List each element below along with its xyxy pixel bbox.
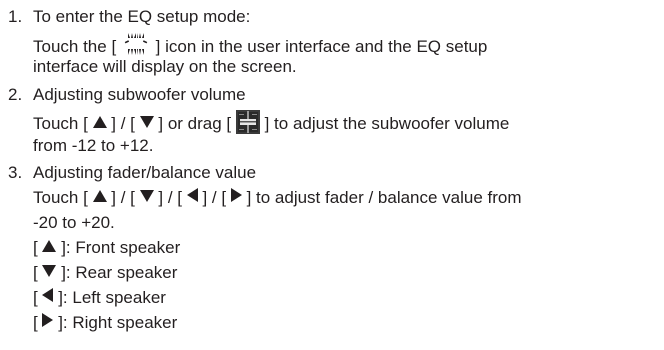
text: ] / [ xyxy=(158,188,182,207)
up-arrow-icon xyxy=(92,116,107,128)
key-rear-speaker: [ ]: Rear speaker xyxy=(33,263,177,283)
text: ] to adjust the subwoofer volume xyxy=(264,114,510,133)
item-number: 3. xyxy=(8,163,23,182)
item-number: 2. xyxy=(8,85,23,104)
text: Touch the [ xyxy=(33,37,117,56)
left-arrow-icon xyxy=(42,288,54,302)
item-3-text-line-2: -20 to +20. xyxy=(33,213,115,233)
item-heading: Adjusting fader/balance value xyxy=(33,163,257,182)
eq-setup-icon xyxy=(124,33,148,55)
right-arrow-icon xyxy=(42,313,54,327)
item-1-text-line-2: interface will display on the screen. xyxy=(33,57,297,77)
item-3-text-line-1: Touch [ ] / [ ] / [ ] / [ ] to adjust fa… xyxy=(33,188,522,208)
up-arrow-icon xyxy=(42,240,57,252)
down-arrow-icon xyxy=(139,190,154,202)
text: [ xyxy=(33,313,38,332)
item-2-text-line-2: from -12 to +12. xyxy=(33,136,153,156)
text: ] to adjust fader / balance value from xyxy=(246,188,522,207)
subwoofer-fader-icon xyxy=(235,110,260,134)
item-heading: To enter the EQ setup mode: xyxy=(33,7,251,26)
text: Touch [ xyxy=(33,114,88,133)
text: [ xyxy=(33,238,38,257)
text: ]: Right speaker xyxy=(58,313,178,332)
text: Touch [ xyxy=(33,188,88,207)
text: ]: Front speaker xyxy=(61,238,181,257)
text: ] icon in the user interface and the EQ … xyxy=(155,37,488,56)
item-1-text-line-1: Touch the [ ] icon in the user interface… xyxy=(33,32,487,57)
item-heading: Adjusting subwoofer volume xyxy=(33,85,246,104)
key-front-speaker: [ ]: Front speaker xyxy=(33,238,180,258)
text: ] or drag [ xyxy=(158,114,232,133)
key-right-speaker: [ ]: Right speaker xyxy=(33,313,177,333)
text: [ xyxy=(33,288,38,307)
down-arrow-icon xyxy=(139,116,154,128)
text: interface will display on the screen. xyxy=(33,57,297,76)
text: from -12 to +12. xyxy=(33,136,154,155)
down-arrow-icon xyxy=(42,265,57,277)
key-left-speaker: [ ]: Left speaker xyxy=(33,288,166,308)
text: ] / [ xyxy=(111,188,135,207)
item-number: 1. xyxy=(8,7,23,26)
right-arrow-icon xyxy=(230,188,242,202)
up-arrow-icon xyxy=(92,190,107,202)
text: ] / [ xyxy=(111,114,135,133)
text: -20 to +20. xyxy=(33,213,115,232)
item-2-text-line-1: Touch [ ] / [ ] or drag [ ] to adjust th… xyxy=(33,110,509,134)
text: ] / [ xyxy=(202,188,227,207)
text: [ xyxy=(33,263,38,282)
left-arrow-icon xyxy=(186,188,198,202)
text: ]: Left speaker xyxy=(58,288,166,307)
text: ]: Rear speaker xyxy=(61,263,178,282)
